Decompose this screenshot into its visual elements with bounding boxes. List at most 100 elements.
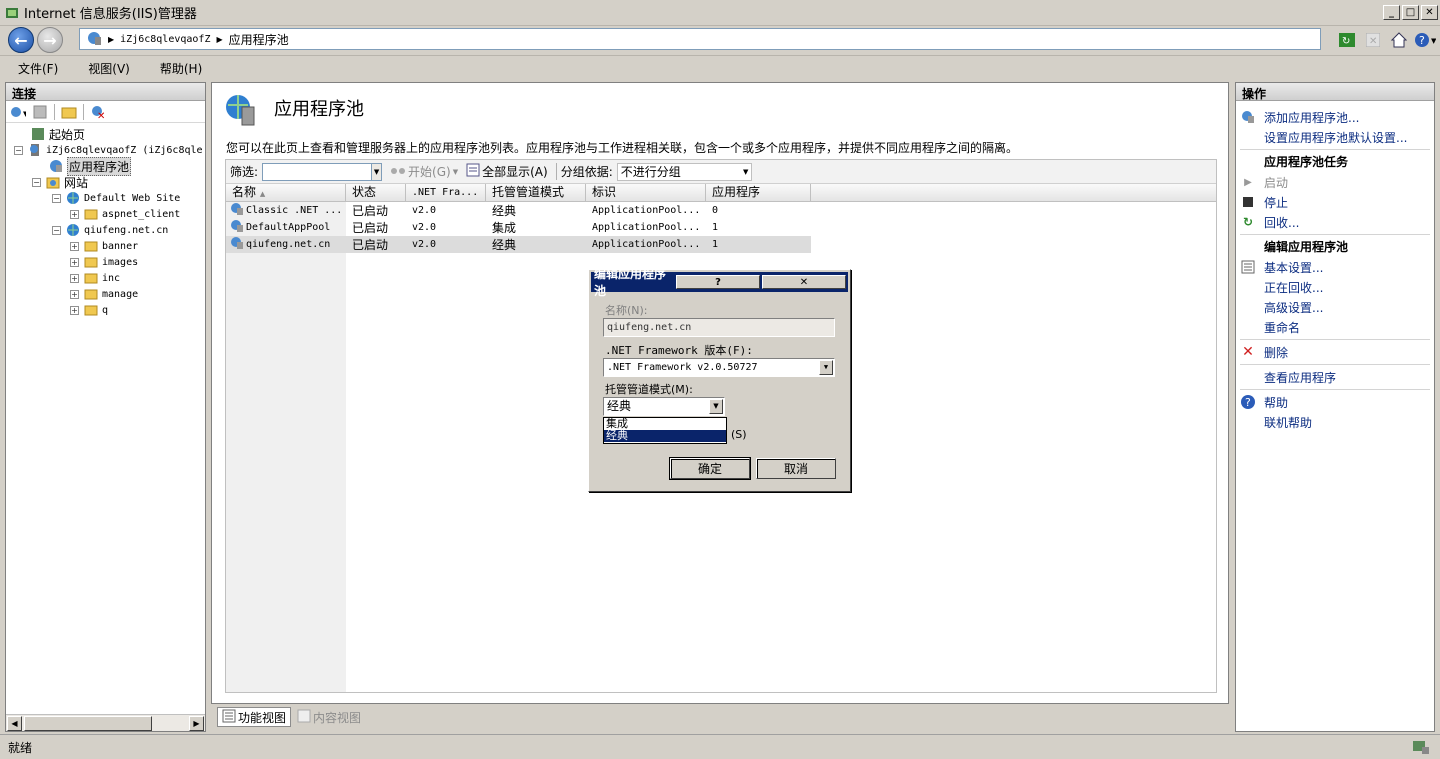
tree-inc[interactable]: + inc <box>70 270 120 286</box>
ok-button[interactable]: 确定 <box>669 457 751 480</box>
chevron-down-icon[interactable]: ▼ <box>819 360 833 375</box>
tree-default-site[interactable]: − Default Web Site <box>52 190 180 206</box>
chevron-down-icon[interactable]: ▼ <box>740 163 751 180</box>
iis-app-icon <box>4 5 20 21</box>
tree-images[interactable]: + images <box>70 254 138 270</box>
column-header-pipeline[interactable]: 托管管道模式 <box>486 184 586 201</box>
collapse-icon[interactable]: − <box>52 225 61 235</box>
collapse-icon[interactable]: − <box>52 193 61 203</box>
scroll-left-icon[interactable]: ◀ <box>7 716 22 731</box>
recycling-action[interactable]: 正在回收... <box>1240 278 1323 296</box>
horizontal-scrollbar[interactable]: ◀ ▶ <box>6 714 205 731</box>
column-header-identity[interactable]: 标识 <box>586 184 706 201</box>
chevron-down-icon: ▼ <box>452 167 459 176</box>
home-icon[interactable] <box>1388 30 1410 50</box>
address-bar[interactable]: ▶ iZj6c8qlevqaofZ ▶ 应用程序池 <box>79 28 1321 50</box>
expand-icon[interactable]: + <box>70 289 79 299</box>
sites-folder-icon <box>45 174 61 190</box>
collapse-icon[interactable]: − <box>14 145 23 155</box>
table-row[interactable]: Classic .NET ... 已启动 v2.0 经典 Application… <box>226 202 811 219</box>
show-all-button[interactable]: 全部显示(A) <box>466 163 548 180</box>
column-header-applications[interactable]: 应用程序 <box>706 184 811 201</box>
connect-globe-icon[interactable]: ▼ <box>10 104 26 120</box>
save-icon[interactable] <box>32 104 48 120</box>
refresh-icon[interactable]: ↻ <box>1336 30 1358 50</box>
menu-view[interactable]: 视图(V) <box>82 58 136 79</box>
page-title: 应用程序池 <box>274 99 364 120</box>
column-header-framework[interactable]: .NET Fra... <box>406 184 486 201</box>
menu-file[interactable]: 文件(F) <box>12 58 64 79</box>
expand-icon[interactable]: + <box>70 273 79 283</box>
dialog-close-button[interactable]: ✕ <box>762 275 846 289</box>
expand-icon[interactable]: + <box>70 257 79 267</box>
groupby-label: 分组依据: <box>555 163 613 180</box>
column-header-status[interactable]: 状态 <box>346 184 406 201</box>
start-action[interactable]: ▶ 启动 <box>1240 173 1288 191</box>
set-pool-defaults-link[interactable]: 设置应用程序池默认设置... <box>1240 128 1407 146</box>
minimize-button[interactable]: _ <box>1383 5 1400 20</box>
tab-features-view[interactable]: 功能视图 <box>217 707 292 727</box>
pool-tasks-heading: 应用程序池任务 <box>1264 155 1349 169</box>
tree-manage[interactable]: + manage <box>70 286 138 302</box>
svg-text:▼: ▼ <box>23 110 26 118</box>
stop-icon[interactable]: ✕ <box>1362 30 1384 50</box>
column-header-name[interactable]: 名称 ▲ <box>226 184 346 201</box>
tree-banner[interactable]: + banner <box>70 238 138 254</box>
back-button[interactable]: ← <box>8 27 34 53</box>
chevron-down-icon[interactable]: ▼ <box>709 399 723 414</box>
dialog-help-button[interactable]: ? <box>676 275 760 289</box>
globe-icon <box>65 222 81 238</box>
menu-help[interactable]: 帮助(H) <box>154 58 208 79</box>
recycle-action[interactable]: ↻ 回收... <box>1240 213 1299 231</box>
recycle-icon: ↻ <box>1242 215 1254 229</box>
help-dropdown-icon[interactable]: ? ▼ <box>1414 30 1436 50</box>
scrollbar-thumb[interactable] <box>24 716 152 731</box>
status-text: 就绪 <box>8 740 33 755</box>
up-folder-icon[interactable] <box>61 104 77 120</box>
breadcrumb-server[interactable]: iZj6c8qlevqaofZ <box>120 34 210 45</box>
scroll-right-icon[interactable]: ▶ <box>189 716 204 731</box>
rename-action[interactable]: 重命名 <box>1240 318 1300 336</box>
advanced-settings-action[interactable]: 高级设置... <box>1240 298 1323 316</box>
filter-input[interactable]: ▼ <box>262 162 383 181</box>
expand-icon[interactable]: + <box>70 241 79 251</box>
add-app-pool-link[interactable]: 添加应用程序池... <box>1240 108 1359 126</box>
tree-aspnet-client[interactable]: + aspnet_client <box>70 206 180 222</box>
collapse-icon[interactable]: − <box>32 177 41 187</box>
disconnect-icon[interactable]: ✕ <box>90 104 106 120</box>
edit-pool-heading: 编辑应用程序池 <box>1264 240 1349 254</box>
help-action[interactable]: ? 帮助 <box>1240 393 1288 411</box>
expand-icon[interactable]: + <box>70 209 79 219</box>
start-filter-button[interactable]: 开始(G) ▼ <box>390 163 458 180</box>
view-applications-action[interactable]: 查看应用程序 <box>1240 368 1336 386</box>
cancel-button[interactable]: 取消 <box>756 458 836 479</box>
tab-content-view[interactable]: 内容视图 <box>293 707 365 727</box>
framework-select[interactable]: .NET Framework v2.0.50727 ▼ <box>603 358 835 377</box>
folder-icon <box>83 286 99 302</box>
breadcrumb-app-pools[interactable]: 应用程序池 <box>229 31 289 48</box>
pipeline-option-classic[interactable]: 经典 <box>604 430 726 442</box>
tree-q[interactable]: + q <box>70 302 108 318</box>
expand-icon[interactable]: + <box>70 305 79 315</box>
breadcrumb-separator-icon: ▶ <box>108 34 115 44</box>
pipeline-select[interactable]: 经典 ▼ <box>603 397 725 416</box>
groupby-select[interactable]: 不进行分组 ▼ <box>616 162 752 181</box>
tree-start-page[interactable]: 起始页 <box>30 126 85 142</box>
tree-qiufeng[interactable]: − qiufeng.net.cn <box>52 222 168 238</box>
table-row-selected[interactable]: qiufeng.net.cn 已启动 v2.0 经典 ApplicationPo… <box>226 236 811 253</box>
table-row[interactable]: DefaultAppPool 已启动 v2.0 集成 ApplicationPo… <box>226 219 811 236</box>
tree-sites[interactable]: − 网站 <box>32 174 88 190</box>
stop-square-icon <box>1240 194 1256 210</box>
actions-header: 操作 <box>1236 83 1434 101</box>
tree-app-pools[interactable]: 应用程序池 <box>48 156 132 176</box>
delete-action[interactable]: ✕ 删除 <box>1240 343 1288 361</box>
forward-button[interactable]: → <box>37 27 63 53</box>
close-button[interactable]: ✕ <box>1421 5 1438 20</box>
filter-bar: 筛选: ▼ 开始(G) ▼ 全部显示(A) 分组依据: 不进行分组 ▼ <box>226 160 1216 184</box>
globe-icon <box>65 190 81 206</box>
chevron-down-icon[interactable]: ▼ <box>371 163 382 180</box>
stop-action[interactable]: 停止 <box>1240 193 1288 211</box>
maximize-button[interactable]: □ <box>1402 5 1419 20</box>
online-help-action[interactable]: 联机帮助 <box>1240 413 1312 431</box>
basic-settings-action[interactable]: 基本设置... <box>1240 258 1323 276</box>
